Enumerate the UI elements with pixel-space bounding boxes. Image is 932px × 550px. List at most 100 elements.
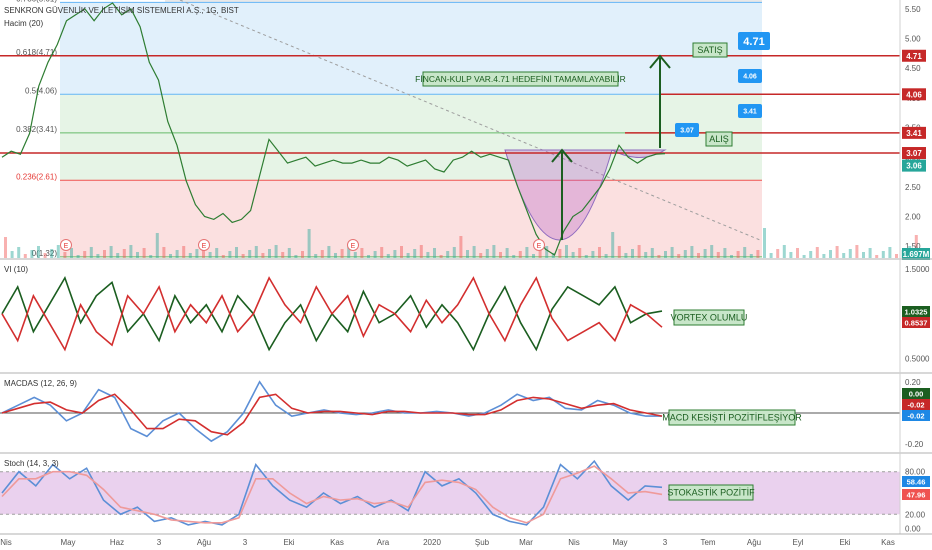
volume-bar <box>149 255 153 258</box>
price-callout: 3.41 <box>743 109 757 116</box>
volume-bar <box>287 248 291 258</box>
volume-bar <box>261 253 265 258</box>
volume-bar <box>855 245 859 258</box>
volume-bar <box>723 248 727 258</box>
stoch-annotation: STOKASTİK POZİTİF <box>667 488 755 498</box>
price-axis-tick: 5.00 <box>905 35 921 44</box>
volume-bar <box>400 246 403 258</box>
volume-bar <box>644 252 648 258</box>
x-axis-label: Mar <box>519 538 533 547</box>
volume-bar <box>215 248 219 258</box>
x-axis-label: Ağu <box>747 538 761 547</box>
indicator-value: 0.8537 <box>905 319 928 328</box>
volume-bar <box>716 252 720 258</box>
volume-bar <box>116 253 120 258</box>
volume-bar <box>37 246 40 258</box>
x-axis-label: 3 <box>157 538 162 547</box>
volume-bar <box>169 254 172 258</box>
volume-bar <box>4 237 7 258</box>
fib-zone <box>60 132 762 181</box>
volume-bar <box>525 247 529 258</box>
volume-bar <box>367 255 370 258</box>
pattern-annotation: FİNCAN-KULP VAR.4.71 HEDEFİNİ TAMAMLAYAB… <box>415 74 626 84</box>
volume-bar <box>703 249 707 258</box>
volume-bar <box>241 254 245 258</box>
price-axis-marker: 3.41 <box>906 129 922 138</box>
x-axis-label: Tem <box>700 538 715 547</box>
indicator-axis-tick: 0.20 <box>905 378 921 387</box>
volume-bar <box>248 250 252 258</box>
volume-bar <box>175 250 179 258</box>
volume-bar <box>749 254 753 258</box>
volume-bar <box>512 255 516 258</box>
volume-bar <box>360 248 364 258</box>
volume-bar <box>221 255 225 258</box>
x-axis-label: Şub <box>475 538 490 547</box>
volume-bar <box>505 248 509 258</box>
x-axis-label: 3 <box>663 538 668 547</box>
volume-bar <box>611 232 615 258</box>
x-axis-label: May <box>60 538 75 547</box>
satis-label: SATIŞ <box>697 45 722 55</box>
volume-bar <box>842 253 846 258</box>
volume-bar <box>23 254 27 258</box>
volume-bar <box>208 252 212 258</box>
volume-bar <box>301 251 304 258</box>
volume-bar <box>829 250 832 258</box>
volume-bar <box>598 247 601 258</box>
x-axis-label: Kas <box>330 538 344 547</box>
volume-bar <box>697 253 700 258</box>
volume-bar <box>235 247 238 258</box>
volume-bar <box>103 250 106 258</box>
volume-bar <box>710 245 714 258</box>
fib-zone <box>60 55 762 95</box>
x-axis-label: Haz <box>110 538 124 547</box>
symbol-title: SENKRON GÜVENLİK VE İLETİŞİM SİSTEMLERİ … <box>4 6 239 15</box>
volume-bar <box>677 254 681 258</box>
volume-bar <box>763 228 766 258</box>
volume-bar <box>122 249 126 258</box>
volume-bar <box>730 255 733 258</box>
volume-bar <box>459 236 463 258</box>
volume-bar <box>268 249 271 258</box>
volume-bar <box>70 248 73 258</box>
volume-bar <box>380 247 384 258</box>
volume-bar <box>294 255 298 258</box>
volume-bar <box>96 254 100 258</box>
volume-bar <box>162 247 166 258</box>
volume-bar <box>591 251 595 258</box>
price-callout: 4.71 <box>743 36 764 48</box>
volume-bar <box>109 246 113 258</box>
volume-bar <box>254 246 258 258</box>
volume-bar <box>822 254 826 258</box>
volume-bar <box>617 246 621 258</box>
volume-bar <box>155 233 159 258</box>
x-axis-label: Eyl <box>792 538 803 547</box>
x-axis-label: Eki <box>283 538 294 547</box>
fib-zone <box>60 94 762 133</box>
volume-bar <box>136 252 139 258</box>
volume-bar <box>604 254 608 258</box>
volume-bar <box>835 246 839 258</box>
x-axis-label: Kas <box>881 538 895 547</box>
macd-annotation: MACD KESİŞTİ POZİTİFLEŞİYOR <box>662 413 802 423</box>
volume-bar <box>868 248 872 258</box>
event-marker-label: E <box>64 243 69 250</box>
volume-bar <box>327 246 331 258</box>
volume-bar <box>479 253 483 258</box>
volume-bar <box>776 249 780 258</box>
volume-bar <box>862 252 865 258</box>
volume-bar <box>340 249 344 258</box>
volume-bar <box>334 253 337 258</box>
x-axis-label: 2020 <box>423 538 441 547</box>
volume-bar <box>182 246 186 258</box>
volume-bar <box>756 250 760 258</box>
volume-bar <box>782 245 786 258</box>
volume-bar <box>690 246 694 258</box>
volume-bar <box>815 247 819 258</box>
volume-bar <box>881 251 885 258</box>
price-axis-tick: 4.50 <box>905 64 921 73</box>
indicator-axis-tick: 80.00 <box>905 468 926 477</box>
volume-bar <box>76 255 80 258</box>
x-axis-label: Ağu <box>197 538 211 547</box>
